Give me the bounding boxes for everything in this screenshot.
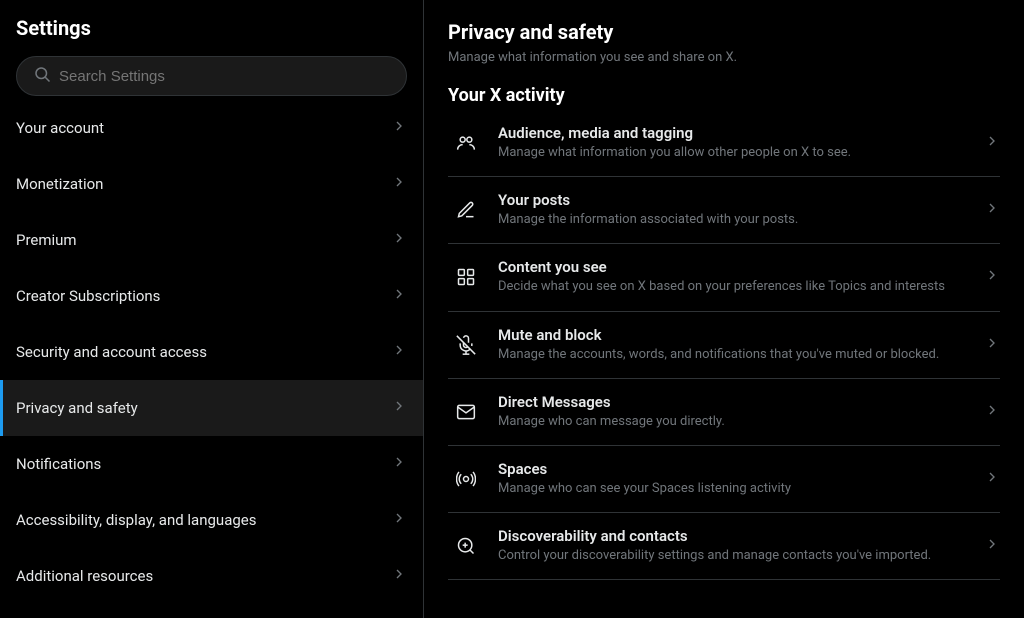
chevron-right-icon bbox=[984, 200, 1000, 220]
main-subtitle: Manage what information you see and shar… bbox=[448, 50, 1000, 65]
chevron-right-icon bbox=[984, 402, 1000, 422]
posts-icon bbox=[448, 192, 484, 228]
chevron-right-icon bbox=[984, 335, 1000, 355]
main-title: Privacy and safety bbox=[448, 20, 1000, 44]
sidebar-item-label: Accessibility, display, and languages bbox=[16, 511, 256, 529]
item-desc: Manage the accounts, words, and notifica… bbox=[498, 346, 970, 364]
discover-icon bbox=[448, 528, 484, 564]
chevron-right-icon bbox=[984, 267, 1000, 287]
sidebar-item-label: Monetization bbox=[16, 175, 103, 193]
sidebar-item-label: Security and account access bbox=[16, 343, 207, 361]
item-title: Audience, media and tagging bbox=[498, 124, 970, 142]
sidebar-item-label: Additional resources bbox=[16, 567, 153, 585]
sidebar-item-label: Privacy and safety bbox=[16, 399, 138, 417]
search-box[interactable] bbox=[16, 56, 407, 96]
sidebar-item-accessibility[interactable]: Accessibility, display, and languages bbox=[0, 492, 423, 548]
sidebar-item-label: Notifications bbox=[16, 455, 101, 473]
sidebar-item-help-center[interactable]: Help Center bbox=[0, 604, 423, 618]
item-title: Discoverability and contacts bbox=[498, 527, 970, 545]
sidebar-item-privacy-safety[interactable]: Privacy and safety bbox=[0, 380, 423, 436]
item-title: Content you see bbox=[498, 258, 970, 276]
chevron-right-icon bbox=[391, 454, 407, 474]
item-desc: Control your discoverability settings an… bbox=[498, 547, 970, 565]
chevron-right-icon bbox=[984, 469, 1000, 489]
search-wrapper bbox=[0, 48, 423, 100]
chevron-right-icon bbox=[391, 566, 407, 586]
content-item-audience-media-tagging[interactable]: Audience, media and tagging Manage what i… bbox=[448, 110, 1000, 177]
search-icon bbox=[33, 65, 51, 87]
sidebar: Settings Your account Monetization Premium… bbox=[0, 0, 424, 618]
chevron-right-icon bbox=[984, 536, 1000, 556]
search-input[interactable] bbox=[59, 68, 390, 85]
sidebar-item-label: Creator Subscriptions bbox=[16, 287, 160, 305]
content-icon bbox=[448, 259, 484, 295]
chevron-right-icon bbox=[984, 133, 1000, 153]
item-title: Spaces bbox=[498, 460, 970, 478]
content-list: Audience, media and tagging Manage what i… bbox=[448, 110, 1000, 580]
item-desc: Decide what you see on X based on your p… bbox=[498, 278, 970, 296]
chevron-right-icon bbox=[391, 230, 407, 250]
content-item-content-you-see[interactable]: Content you see Decide what you see on X … bbox=[448, 244, 1000, 311]
sidebar-title: Settings bbox=[0, 0, 423, 48]
sidebar-item-security-account-access[interactable]: Security and account access bbox=[0, 324, 423, 380]
sidebar-item-notifications[interactable]: Notifications bbox=[0, 436, 423, 492]
section-title: Your X activity bbox=[448, 85, 1000, 106]
content-item-discoverability[interactable]: Discoverability and contacts Control your… bbox=[448, 513, 1000, 580]
spaces-icon bbox=[448, 461, 484, 497]
sidebar-item-label: Your account bbox=[16, 119, 104, 137]
item-title: Mute and block bbox=[498, 326, 970, 344]
sidebar-item-additional-resources[interactable]: Additional resources bbox=[0, 548, 423, 604]
item-desc: Manage the information associated with y… bbox=[498, 211, 970, 229]
item-desc: Manage who can message you directly. bbox=[498, 413, 970, 431]
item-desc: Manage what information you allow other … bbox=[498, 144, 970, 162]
content-item-direct-messages[interactable]: Direct Messages Manage who can message yo… bbox=[448, 379, 1000, 446]
dm-icon bbox=[448, 394, 484, 430]
content-item-mute-block[interactable]: Mute and block Manage the accounts, words… bbox=[448, 312, 1000, 379]
mute-icon bbox=[448, 327, 484, 363]
nav-list: Your account Monetization Premium Creator S… bbox=[0, 100, 423, 618]
sidebar-item-label: Premium bbox=[16, 231, 77, 249]
item-title: Your posts bbox=[498, 191, 970, 209]
chevron-right-icon bbox=[391, 118, 407, 138]
sidebar-item-your-account[interactable]: Your account bbox=[0, 100, 423, 156]
chevron-right-icon bbox=[391, 286, 407, 306]
item-title: Direct Messages bbox=[498, 393, 970, 411]
sidebar-item-premium[interactable]: Premium bbox=[0, 212, 423, 268]
audience-icon bbox=[448, 125, 484, 161]
chevron-right-icon bbox=[391, 342, 407, 362]
main-content: Privacy and safety Manage what informati… bbox=[424, 0, 1024, 618]
item-desc: Manage who can see your Spaces listening… bbox=[498, 480, 970, 498]
sidebar-item-monetization[interactable]: Monetization bbox=[0, 156, 423, 212]
chevron-right-icon bbox=[391, 510, 407, 530]
content-item-your-posts[interactable]: Your posts Manage the information associa… bbox=[448, 177, 1000, 244]
chevron-right-icon bbox=[391, 398, 407, 418]
sidebar-item-creator-subscriptions[interactable]: Creator Subscriptions bbox=[0, 268, 423, 324]
chevron-right-icon bbox=[391, 174, 407, 194]
content-item-spaces[interactable]: Spaces Manage who can see your Spaces lis… bbox=[448, 446, 1000, 513]
